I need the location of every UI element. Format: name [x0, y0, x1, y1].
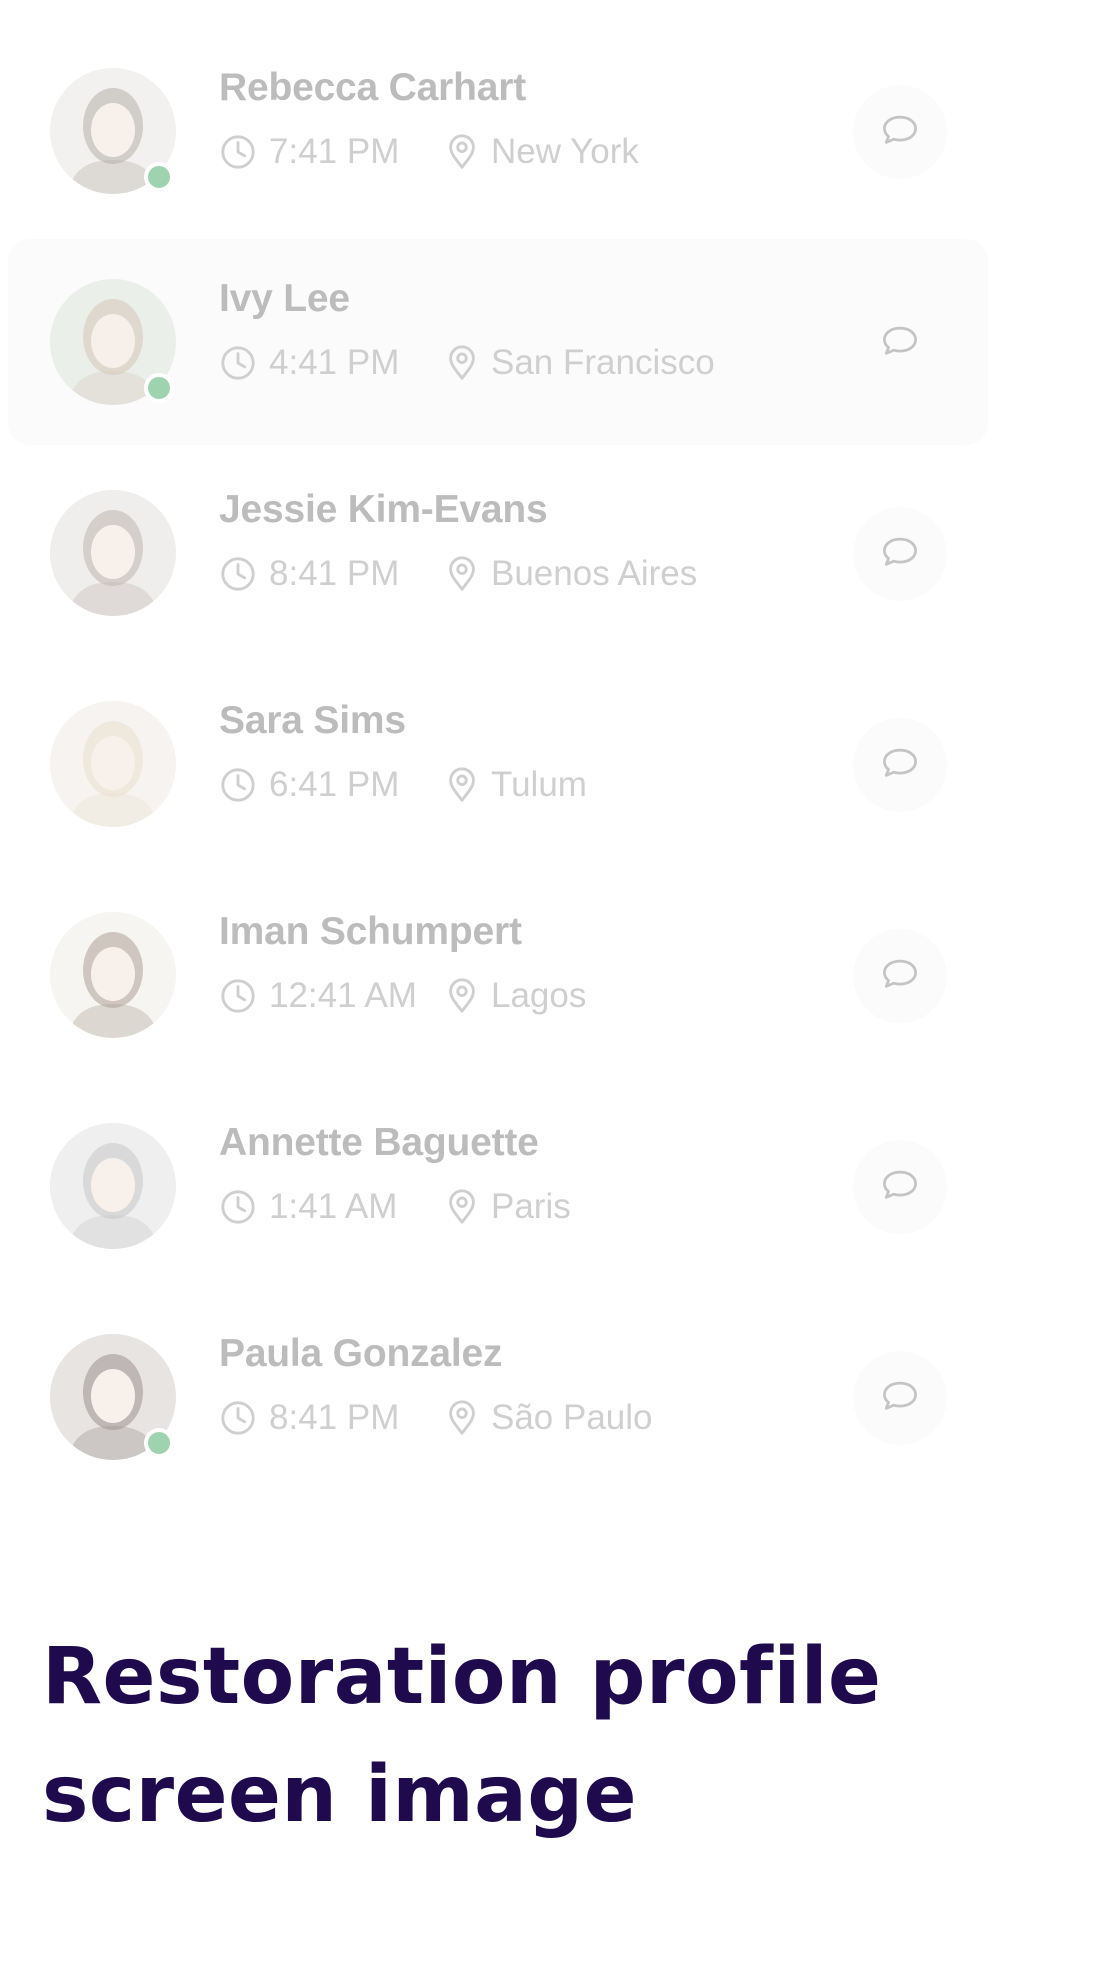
contact-row[interactable]: Ivy Lee 4:41 PM San Francisco: [8, 239, 988, 445]
local-time: 6:41 PM: [269, 765, 400, 804]
clock-icon: [219, 133, 257, 171]
contact-meta: 8:41 PM Buenos Aires: [219, 554, 697, 594]
avatar-container: [50, 912, 176, 1038]
map-pin-icon: [443, 1188, 481, 1226]
local-time: 8:41 PM: [269, 1398, 400, 1437]
message-button[interactable]: [853, 296, 947, 390]
clock-icon: [219, 344, 257, 382]
message-button[interactable]: [853, 1140, 947, 1234]
chat-bubble-icon: [878, 108, 922, 157]
message-button[interactable]: [853, 1351, 947, 1445]
contact-name: Ivy Lee: [219, 277, 350, 320]
clock-icon: [219, 1188, 257, 1226]
avatar-container: [50, 279, 176, 405]
message-button[interactable]: [853, 929, 947, 1023]
avatar[interactable]: [50, 1123, 176, 1249]
clock-icon: [219, 1399, 257, 1437]
contact-name: Rebecca Carhart: [219, 66, 526, 109]
location: Buenos Aires: [491, 554, 698, 593]
message-button[interactable]: [853, 718, 947, 812]
avatar[interactable]: [50, 912, 176, 1038]
location: Tulum: [491, 765, 587, 804]
chat-bubble-icon: [878, 1163, 922, 1212]
local-time: 1:41 AM: [269, 1187, 398, 1226]
online-status-dot: [144, 373, 174, 403]
location: São Paulo: [491, 1398, 653, 1437]
avatar-container: [50, 701, 176, 827]
chat-bubble-icon: [878, 530, 922, 579]
online-status-dot: [144, 1428, 174, 1458]
location: Paris: [491, 1187, 571, 1226]
contact-meta: 1:41 AM Paris: [219, 1187, 571, 1227]
location: Lagos: [491, 976, 587, 1015]
contact-name: Jessie Kim-Evans: [219, 488, 548, 531]
contact-meta: 4:41 PM San Francisco: [219, 343, 715, 383]
contact-name: Annette Baguette: [219, 1121, 539, 1164]
contact-row[interactable]: Iman Schumpert 12:41 AM Lagos: [8, 872, 988, 1078]
message-button[interactable]: [853, 85, 947, 179]
contact-row[interactable]: Paula Gonzalez 8:41 PM São Paulo: [8, 1294, 988, 1500]
avatar-container: [50, 490, 176, 616]
clock-icon: [219, 766, 257, 804]
contact-row[interactable]: Annette Baguette 1:41 AM Paris: [8, 1083, 988, 1289]
map-pin-icon: [443, 766, 481, 804]
avatar-container: [50, 1123, 176, 1249]
caption-line-2: screen image: [42, 1750, 637, 1840]
contact-row[interactable]: Jessie Kim-Evans 8:41 PM Buenos Aires: [8, 450, 988, 656]
clock-icon: [219, 555, 257, 593]
contact-name: Sara Sims: [219, 699, 406, 742]
map-pin-icon: [443, 344, 481, 382]
map-pin-icon: [443, 555, 481, 593]
map-pin-icon: [443, 1399, 481, 1437]
avatar-container: [50, 68, 176, 194]
online-status-dot: [144, 162, 174, 192]
contact-meta: 6:41 PM Tulum: [219, 765, 587, 805]
chat-bubble-icon: [878, 741, 922, 790]
chat-bubble-icon: [878, 952, 922, 1001]
local-time: 4:41 PM: [269, 343, 400, 382]
caption: Restoration profile screen image: [42, 1618, 1042, 1854]
caption-line-1: Restoration profile: [42, 1632, 882, 1722]
contact-name: Paula Gonzalez: [219, 1332, 503, 1375]
local-time: 8:41 PM: [269, 554, 400, 593]
contact-meta: 12:41 AM Lagos: [219, 976, 586, 1016]
map-pin-icon: [443, 977, 481, 1015]
message-button[interactable]: [853, 507, 947, 601]
contact-row[interactable]: Rebecca Carhart 7:41 PM New York: [8, 28, 988, 234]
chat-bubble-icon: [878, 1374, 922, 1423]
contact-meta: 7:41 PM New York: [219, 132, 639, 172]
contact-meta: 8:41 PM São Paulo: [219, 1398, 653, 1438]
location: San Francisco: [491, 343, 715, 382]
local-time: 7:41 PM: [269, 132, 400, 171]
avatar[interactable]: [50, 701, 176, 827]
chat-bubble-icon: [878, 319, 922, 368]
contact-row[interactable]: Sara Sims 6:41 PM Tulum: [8, 661, 988, 867]
map-pin-icon: [443, 133, 481, 171]
contact-name: Iman Schumpert: [219, 910, 522, 953]
location: New York: [491, 132, 639, 171]
avatar-container: [50, 1334, 176, 1460]
local-time: 12:41 AM: [269, 976, 417, 1015]
avatar[interactable]: [50, 490, 176, 616]
clock-icon: [219, 977, 257, 1015]
